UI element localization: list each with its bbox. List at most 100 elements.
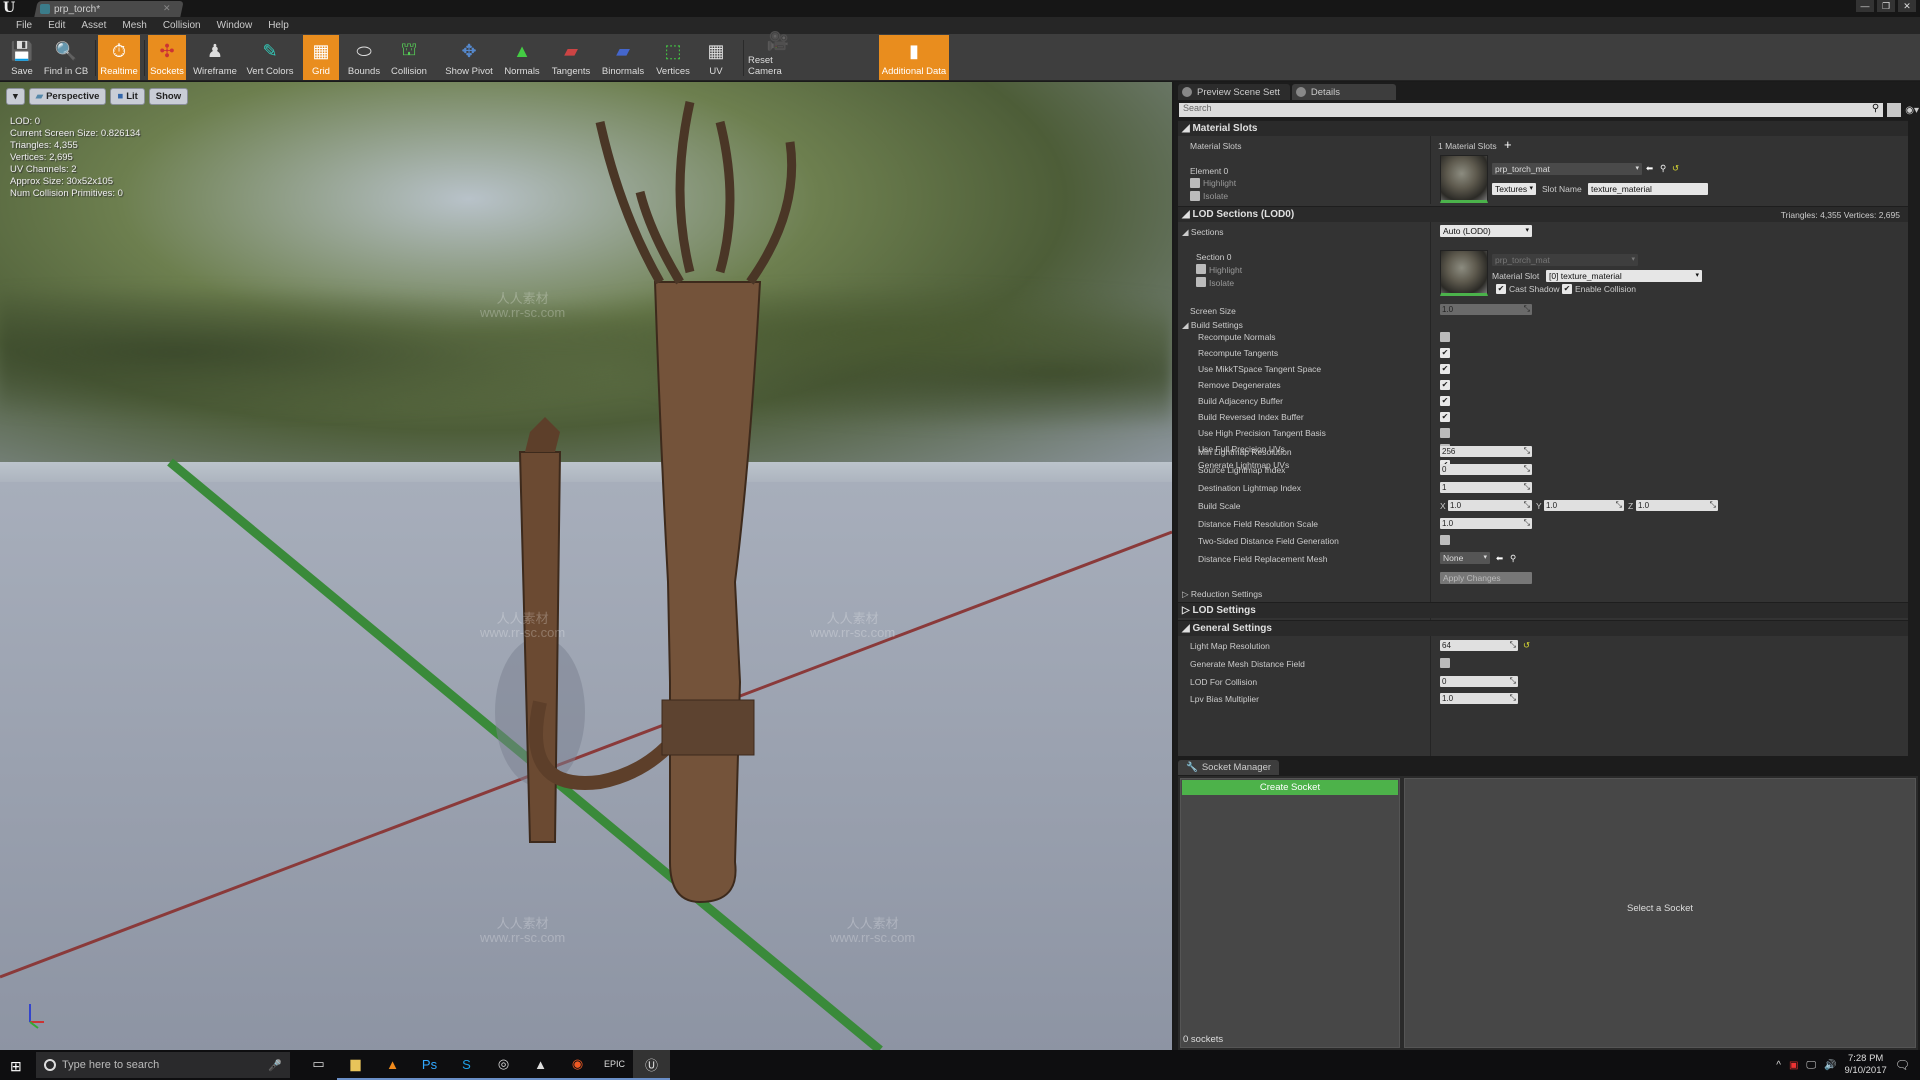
tab-close-icon[interactable]: ✕	[163, 3, 171, 14]
eye-icon[interactable]: ◉▾	[1905, 105, 1919, 116]
maximize-button[interactable]: ❐	[1877, 0, 1895, 12]
clock[interactable]: 7:28 PM 9/10/2017	[1845, 1053, 1887, 1077]
slot-name-input[interactable]: texture_material	[1588, 183, 1708, 195]
section-highlight-checkbox[interactable]	[1196, 264, 1206, 274]
vertices-button[interactable]: ⬚ Vertices	[654, 35, 692, 80]
antivirus-icon[interactable]: ▣	[1789, 1060, 1798, 1071]
create-socket-button[interactable]: Create Socket	[1182, 780, 1398, 795]
viewport-menu-button[interactable]: ▾	[6, 88, 25, 105]
browse-search-icon[interactable]: ⚲	[1660, 163, 1666, 174]
close-button[interactable]: ✕	[1898, 0, 1916, 12]
build-setting-checkbox[interactable]	[1440, 332, 1450, 342]
apply-changes-button[interactable]: Apply Changes	[1440, 572, 1532, 584]
isolate-checkbox[interactable]	[1190, 191, 1200, 201]
menu-mesh[interactable]: Mesh	[114, 20, 154, 31]
obs-icon[interactable]: ◎	[485, 1050, 522, 1080]
cast-shadow-checkbox[interactable]: ✔	[1496, 284, 1506, 294]
menu-help[interactable]: Help	[260, 20, 297, 31]
min-lightmap-field[interactable]: 256	[1440, 445, 1532, 457]
normals-button[interactable]: ▲ Normals	[502, 35, 542, 80]
taskbar-search[interactable]: Type here to search 🎤	[36, 1052, 290, 1078]
vert-colors-button[interactable]: ✎ Vert Colors	[246, 35, 294, 80]
uv-button[interactable]: ▦ UV	[698, 35, 734, 80]
highlight-checkbox[interactable]	[1190, 178, 1200, 188]
dest-lightmap-field[interactable]: 1	[1440, 481, 1532, 493]
houdini-icon[interactable]: ◉	[559, 1050, 596, 1080]
lit-button[interactable]: ■ Lit	[110, 88, 145, 105]
tab-details[interactable]: Details	[1291, 84, 1396, 100]
section-material-thumbnail[interactable]	[1440, 250, 1488, 296]
task-view-icon[interactable]: ▭	[300, 1050, 337, 1080]
category-lod-sections[interactable]: ◢ LOD Sections (LOD0) Triangles: 4,355 Ve…	[1178, 206, 1908, 222]
grid-button[interactable]: ▦ Grid	[303, 35, 339, 80]
build-settings-label[interactable]: ◢ Build Settings	[1182, 320, 1243, 331]
vlc-icon[interactable]: ▲	[374, 1050, 411, 1080]
sockets-button[interactable]: ✣ Sockets	[148, 35, 186, 80]
view-options-button[interactable]	[1887, 103, 1902, 117]
collision-button[interactable]: ⛫ Collision	[389, 35, 429, 80]
volume-icon[interactable]: 🔊	[1824, 1060, 1836, 1071]
generate-mesh-df-checkbox[interactable]	[1440, 658, 1450, 668]
category-general-settings[interactable]: ◢ General Settings	[1178, 620, 1908, 636]
menu-window[interactable]: Window	[209, 20, 261, 31]
perspective-button[interactable]: ▰ Perspective	[28, 88, 107, 105]
use-selected-arrow-icon[interactable]: ⬅	[1646, 163, 1653, 174]
browse-search-icon[interactable]: ⚲	[1510, 553, 1516, 564]
wireframe-button[interactable]: ♟ Wireframe	[193, 35, 237, 80]
df-replacement-mesh-dropdown[interactable]: None ▾	[1440, 552, 1490, 564]
category-material-slots[interactable]: ◢ Material Slots	[1178, 120, 1908, 136]
document-tab-content[interactable]: prp_torch*	[40, 2, 100, 16]
skype-icon[interactable]: S	[448, 1050, 485, 1080]
save-button[interactable]: 💾 Save	[4, 35, 40, 80]
build-setting-checkbox[interactable]: ✔	[1440, 412, 1450, 422]
df-resolution-field[interactable]: 1.0	[1440, 517, 1532, 529]
photos-icon[interactable]: ▲	[522, 1050, 559, 1080]
material-thumbnail[interactable]	[1440, 155, 1488, 203]
lod-for-collision-field[interactable]: 0	[1440, 675, 1518, 687]
material-select[interactable]: prp_torch_mat ▾	[1492, 163, 1642, 175]
two-sided-df-checkbox[interactable]	[1440, 535, 1450, 545]
notifications-icon[interactable]: 🗨	[1895, 1058, 1910, 1072]
file-explorer-icon[interactable]: ▆	[337, 1050, 374, 1080]
build-scale-y-field[interactable]: 1.0	[1544, 499, 1624, 511]
build-setting-checkbox[interactable]	[1440, 428, 1450, 438]
details-search-input[interactable]: Search ⚲	[1179, 103, 1884, 117]
tab-socket-manager[interactable]: 🔧 Socket Manager	[1178, 760, 1280, 775]
build-setting-checkbox[interactable]: ✔	[1440, 380, 1450, 390]
minimize-button[interactable]: —	[1856, 0, 1874, 12]
build-setting-checkbox[interactable]: ✔	[1440, 364, 1450, 374]
use-selected-arrow-icon[interactable]: ⬅	[1496, 553, 1503, 564]
menu-file[interactable]: File	[8, 20, 40, 31]
sections-lod-dropdown[interactable]: Auto (LOD0) ▾	[1440, 225, 1532, 237]
viewport[interactable]: ▾ ▰ Perspective ■ Lit Show LOD: 0 Current …	[0, 82, 1172, 1050]
windows-start-icon[interactable]: ⊞	[10, 1058, 22, 1075]
reset-icon[interactable]: ↺	[1523, 640, 1530, 651]
enable-collision-checkbox[interactable]: ✔	[1562, 284, 1572, 294]
tangents-button[interactable]: ▰ Tangents	[550, 35, 592, 80]
build-setting-checkbox[interactable]: ✔	[1440, 396, 1450, 406]
menu-edit[interactable]: Edit	[40, 20, 73, 31]
light-map-resolution-field[interactable]: 64	[1440, 639, 1518, 651]
network-icon[interactable]: 🖵	[1806, 1060, 1816, 1071]
tab-preview-scene-settings[interactable]: Preview Scene Sett	[1178, 84, 1290, 100]
binormals-button[interactable]: ▰ Binormals	[601, 35, 645, 80]
textures-dropdown[interactable]: Textures ▾	[1492, 183, 1536, 195]
photoshop-icon[interactable]: Ps	[411, 1050, 448, 1080]
tray-overflow-icon[interactable]: ^	[1776, 1060, 1781, 1071]
unreal-engine-icon[interactable]: Ⓤ	[633, 1050, 670, 1080]
bounds-button[interactable]: ⬭ Bounds	[345, 35, 383, 80]
menu-asset[interactable]: Asset	[73, 20, 114, 31]
menu-collision[interactable]: Collision	[155, 20, 209, 31]
build-setting-checkbox[interactable]: ✔	[1440, 348, 1450, 358]
find-in-cb-button[interactable]: 🔍 Find in CB	[43, 35, 89, 80]
show-pivot-button[interactable]: ✥ Show Pivot	[445, 35, 493, 80]
build-scale-x-field[interactable]: 1.0	[1448, 499, 1532, 511]
reduction-settings-label[interactable]: ▷ Reduction Settings	[1182, 589, 1262, 600]
sections-label[interactable]: ◢ Sections	[1182, 227, 1224, 238]
realtime-button[interactable]: ⏱ Realtime	[98, 35, 140, 80]
source-lightmap-field[interactable]: 0	[1440, 463, 1532, 475]
microphone-icon[interactable]: 🎤	[268, 1059, 282, 1072]
build-scale-z-field[interactable]: 1.0	[1636, 499, 1718, 511]
reset-camera-button[interactable]: 🎥 Reset Camera	[748, 31, 808, 80]
add-slot-icon[interactable]: +	[1504, 137, 1512, 152]
